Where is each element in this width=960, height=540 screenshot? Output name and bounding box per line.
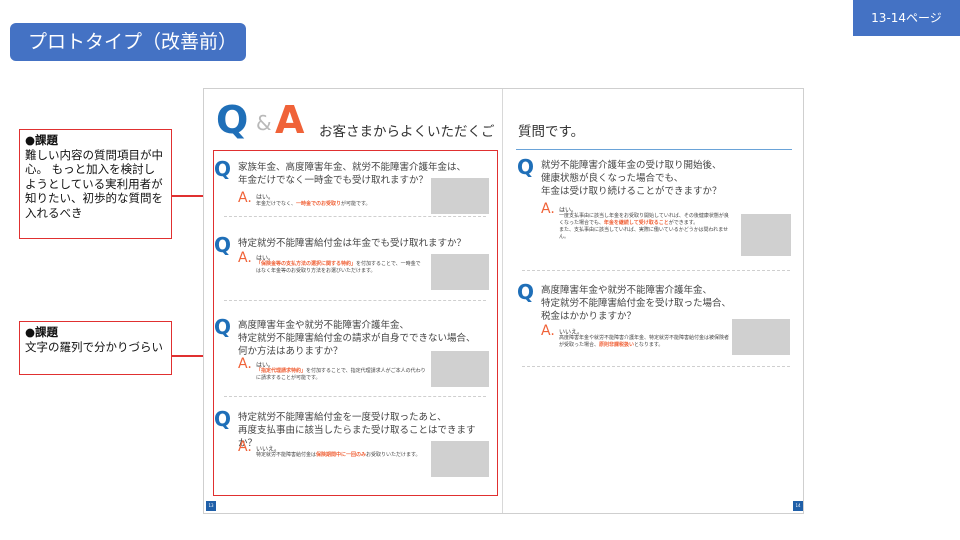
question-text: 高度障害年金や就労不能障害介護年金、 特定就労不能障害給付金を受け取った場合、 …: [541, 285, 732, 322]
logo-ampersand: &: [256, 111, 272, 135]
answer-text: 高度障害年金や就労不能障害介護年金、特定就労不能障害給付金は被保険者が受取った場…: [559, 335, 730, 348]
brochure-spine: [502, 89, 503, 513]
issue-note-1-body: 難しい内容の質問項目が中心。 もっと加入を検討しようとしている実利用者が知りたい…: [25, 147, 163, 220]
slide-title: プロトタイプ（改善前）: [10, 23, 246, 61]
item-divider: [522, 270, 790, 271]
header-rule: [516, 149, 792, 150]
issue-note-2-heading: ●課題: [25, 325, 59, 339]
issue-note-1: ●課題 難しい内容の質問項目が中心。 もっと加入を検討しようとしている実利用者が…: [19, 129, 172, 239]
page-number-left: 13: [206, 501, 216, 511]
answer-icon: A.: [541, 201, 555, 217]
item-divider: [522, 366, 790, 367]
image-placeholder: [732, 319, 790, 355]
answer-icon: A.: [541, 323, 555, 339]
qa-item: Q 高度障害年金や就労不能障害介護年金、 特定就労不能障害給付金を受け取った場合…: [517, 282, 797, 372]
answer-text: 一度支払事由に該当し年金をお受取り開始していれば、その後健康状態が良くなった場合…: [559, 213, 729, 240]
page-number-right: 14: [793, 501, 803, 511]
image-placeholder: [741, 214, 791, 256]
logo-a: A: [275, 98, 305, 142]
question-icon: Q: [517, 280, 535, 304]
question-icon: Q: [517, 155, 535, 179]
issue-note-2-body: 文字の羅列で分かりづらい: [25, 339, 163, 354]
logo-q: Q: [216, 98, 249, 142]
question-text: 就労不能障害介護年金の受け取り開始後、 健康状態が良くなった場合でも、 年金は受…: [541, 160, 722, 197]
qa-item: Q 就労不能障害介護年金の受け取り開始後、 健康状態が良くなった場合でも、 年金…: [517, 157, 797, 267]
page-reference-tag: 13-14ページ: [853, 0, 960, 36]
issue-note-1-heading: ●課題: [25, 133, 59, 147]
highlight-box: [213, 150, 498, 496]
spread-header-right: 質問です。: [518, 124, 585, 140]
issue-note-2: ●課題 文字の羅列で分かりづらい: [19, 321, 172, 375]
spread-header-left: お客さまからよくいただくご: [319, 124, 495, 140]
